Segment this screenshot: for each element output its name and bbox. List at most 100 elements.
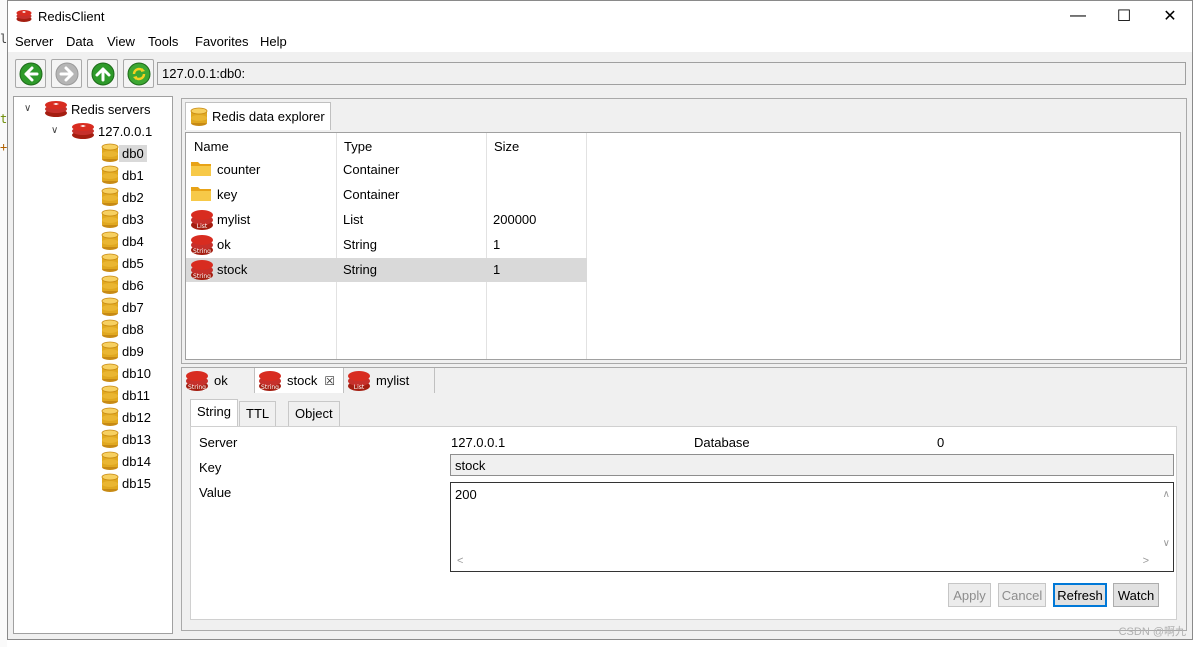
tree-db-node[interactable]: db3	[101, 209, 147, 229]
row-type: List	[343, 212, 364, 227]
chevron-down-icon[interactable]: ∨	[51, 125, 58, 136]
refresh-tool-button[interactable]	[123, 59, 154, 88]
database-label: Database	[694, 435, 750, 450]
redis-string-icon: String	[191, 260, 213, 280]
watch-button[interactable]: Watch	[1113, 583, 1159, 607]
tree-root-label: Redis servers	[71, 101, 151, 117]
tree-db-node[interactable]: db11	[101, 385, 153, 405]
key-field[interactable]: stock	[450, 454, 1174, 476]
address-field[interactable]: 127.0.0.1:db0:	[157, 62, 1186, 85]
back-button[interactable]	[15, 59, 46, 88]
scroll-right-icon[interactable]: >	[1143, 555, 1149, 567]
database-icon	[101, 319, 119, 338]
minimize-button[interactable]: —	[1055, 1, 1101, 31]
column-header-name[interactable]: Name	[194, 139, 229, 154]
tree-root-redis-servers[interactable]: Redis servers	[44, 99, 153, 119]
tab-key-ok-label: ok	[214, 373, 228, 388]
database-icon	[101, 297, 119, 316]
menu-server[interactable]: Server	[15, 34, 53, 49]
tree-db-node[interactable]: db13	[101, 429, 154, 449]
table-row[interactable]: String ok String 1	[186, 233, 587, 257]
column-header-size[interactable]: Size	[494, 139, 519, 154]
tree-db-node[interactable]: db10	[101, 363, 154, 383]
table-row[interactable]: counter Container	[186, 158, 587, 182]
value-text: 200	[455, 487, 477, 502]
tree-db-node[interactable]: db12	[101, 407, 154, 427]
forward-button[interactable]	[51, 59, 82, 88]
tree-db-node[interactable]: db2	[101, 187, 147, 207]
tree-db-label: db3	[122, 211, 144, 227]
subtab-ttl[interactable]: TTL	[239, 401, 277, 426]
database-icon	[101, 341, 119, 360]
redis-string-icon: String	[259, 370, 281, 391]
tree-db-node[interactable]: db7	[101, 297, 147, 317]
database-icon	[101, 143, 119, 162]
folder-icon	[191, 162, 211, 176]
database-icon	[101, 407, 119, 426]
up-button[interactable]	[87, 59, 118, 88]
menu-help[interactable]: Help	[260, 34, 287, 49]
tree-db-label: db5	[122, 255, 144, 271]
tree-db-label: db15	[122, 475, 151, 491]
refresh-button[interactable]: Refresh	[1053, 583, 1107, 607]
close-tab-icon[interactable]: ☒	[324, 374, 335, 388]
tree-db-node[interactable]: db1	[101, 165, 147, 185]
row-type: String	[343, 262, 377, 277]
scroll-left-icon[interactable]: <	[457, 555, 463, 567]
database-icon	[101, 165, 119, 184]
close-button[interactable]: ✕	[1147, 1, 1192, 31]
window-title: RedisClient	[38, 9, 105, 24]
menu-tools[interactable]: Tools	[148, 34, 178, 49]
database-icon	[101, 187, 119, 206]
tab-key-mylist[interactable]: List mylist	[344, 368, 435, 393]
value-textarea[interactable]: 200 ∧ ∨ < >	[450, 482, 1174, 572]
tab-key-stock[interactable]: String stock ☒	[255, 368, 344, 393]
background-editor-strip: l t +	[0, 0, 7, 647]
chevron-down-icon[interactable]: ∨	[24, 103, 31, 114]
arrow-right-icon	[55, 62, 78, 85]
tree-db-label: db10	[122, 365, 151, 381]
menu-data[interactable]: Data	[66, 34, 93, 49]
menu-view[interactable]: View	[107, 34, 135, 49]
database-icon	[190, 107, 208, 126]
scroll-down-icon[interactable]: ∨	[1163, 538, 1170, 549]
tree-db-node[interactable]: db5	[101, 253, 147, 273]
tree-db-node[interactable]: db6	[101, 275, 147, 295]
subtab-object[interactable]: Object	[288, 401, 340, 426]
data-explorer-panel: Redis data explorer Name Type Size count…	[181, 98, 1187, 364]
database-icon	[101, 473, 119, 492]
tree-db-label: db7	[122, 299, 144, 315]
maximize-button[interactable]: ☐	[1101, 1, 1147, 31]
tree-db-label: db9	[122, 343, 144, 359]
tree-db-node[interactable]: db4	[101, 231, 147, 251]
tab-redis-data-explorer[interactable]: Redis data explorer	[185, 102, 331, 130]
subtab-string[interactable]: String	[190, 399, 238, 426]
tree-db-node[interactable]: db0	[101, 143, 147, 163]
tree-db-node[interactable]: db8	[101, 319, 147, 339]
arrow-up-icon	[91, 62, 114, 85]
menu-favorites[interactable]: Favorites	[195, 34, 248, 49]
svg-text:String: String	[188, 384, 206, 391]
table-row[interactable]: key Container	[186, 183, 587, 207]
keys-table: Name Type Size counter Container key Contai…	[185, 132, 1181, 360]
scroll-up-icon[interactable]: ∧	[1163, 489, 1170, 500]
tab-key-stock-label: stock	[287, 373, 318, 388]
column-header-type[interactable]: Type	[344, 139, 372, 154]
table-row[interactable]: String stock String 1	[186, 258, 587, 282]
tree-server-node[interactable]: 127.0.0.1	[71, 121, 155, 141]
tree-db-node[interactable]: db15	[101, 473, 154, 493]
apply-button[interactable]: Apply	[948, 583, 991, 607]
svg-text:String: String	[193, 273, 211, 280]
database-icon	[101, 385, 119, 404]
tree-db-label: db4	[122, 233, 144, 249]
redis-server-icon	[72, 123, 94, 139]
cancel-button[interactable]: Cancel	[998, 583, 1046, 607]
tree-db-node[interactable]: db14	[101, 451, 154, 471]
database-icon	[101, 429, 119, 448]
menu-bar: Server Data View Tools Favorites Help	[8, 32, 1192, 52]
key-detail-panel: String ok String stock ☒ List mylist Str…	[181, 367, 1187, 631]
tab-key-ok[interactable]: String ok	[182, 368, 255, 393]
tree-server-label: 127.0.0.1	[98, 123, 153, 139]
table-row[interactable]: List mylist List 200000	[186, 208, 587, 232]
tree-db-node[interactable]: db9	[101, 341, 147, 361]
